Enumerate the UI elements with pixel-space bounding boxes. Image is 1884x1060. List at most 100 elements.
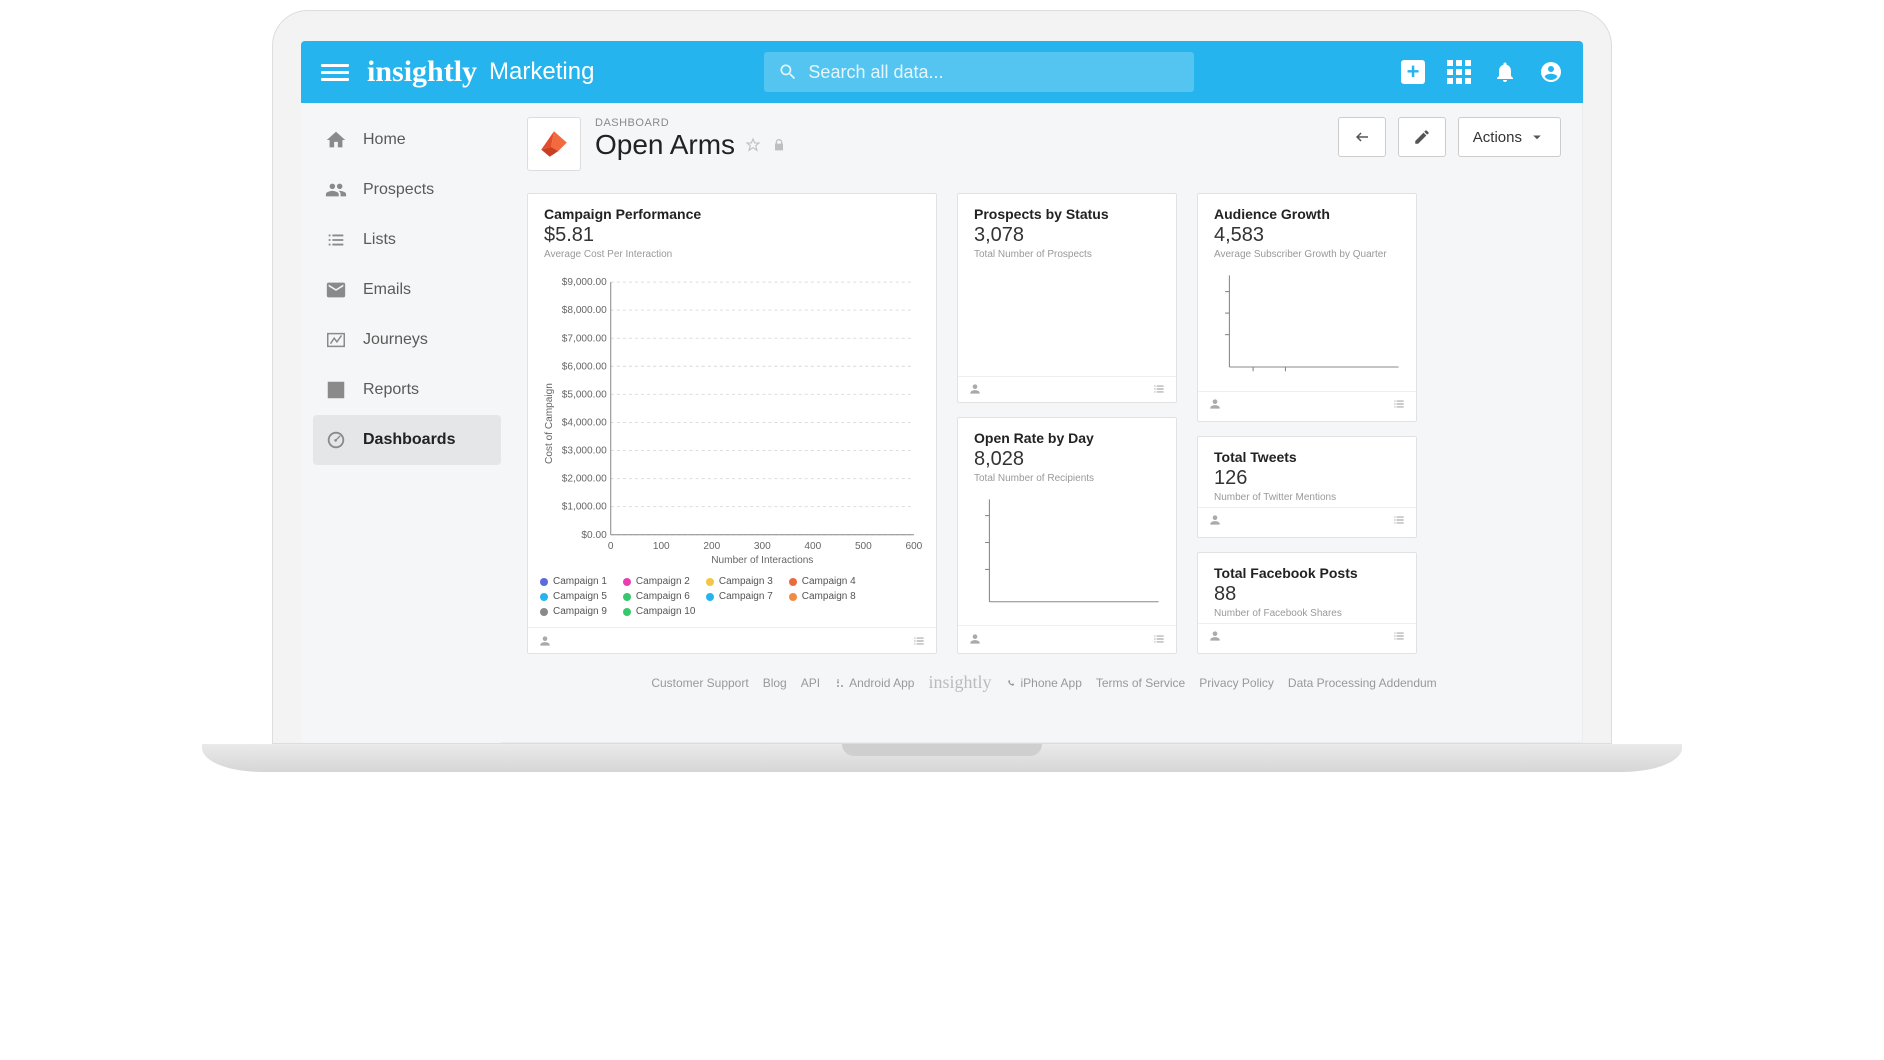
sidebar-item-label: Lists (363, 231, 396, 249)
search-input[interactable] (808, 62, 1180, 83)
footer-brand: insightly (928, 672, 991, 693)
star-icon[interactable] (745, 137, 761, 153)
svg-text:$9,000.00: $9,000.00 (562, 277, 607, 288)
pencil-icon (1413, 128, 1431, 146)
legend-item: Campaign 10 (623, 606, 695, 617)
back-icon (1353, 128, 1371, 146)
footer-link[interactable]: Android App (834, 676, 914, 690)
menu-icon[interactable] (321, 60, 349, 85)
person-icon[interactable] (1208, 629, 1222, 643)
add-button[interactable]: + (1401, 60, 1425, 84)
svg-text:200: 200 (703, 541, 720, 552)
legend-item: Campaign 5 (540, 591, 607, 602)
footer-link[interactable]: iPhone App (1005, 676, 1081, 690)
svg-text:$8,000.00: $8,000.00 (562, 305, 607, 316)
dashboard-avatar (527, 117, 581, 171)
edit-button[interactable] (1398, 117, 1446, 157)
search-box[interactable] (764, 52, 1194, 92)
list-icon[interactable] (1152, 632, 1166, 646)
legend-item: Campaign 7 (706, 591, 773, 602)
sidebar-item-emails[interactable]: Emails (313, 265, 501, 315)
footer-link[interactable]: Blog (763, 676, 787, 690)
card-audience-growth: Audience Growth4,583Average Subscriber G… (1197, 193, 1417, 422)
svg-text:Number of Interactions: Number of Interactions (711, 555, 813, 565)
sidebar-item-label: Emails (363, 281, 411, 299)
svg-text:$5,000.00: $5,000.00 (562, 389, 607, 400)
product-name: Marketing (489, 58, 594, 86)
back-button[interactable] (1338, 117, 1386, 157)
card-subtitle: Average Cost Per Interaction (544, 249, 920, 260)
svg-text:400: 400 (804, 541, 821, 552)
sidebar-item-label: Journeys (363, 331, 428, 349)
svg-text:500: 500 (855, 541, 872, 552)
sidebar-item-label: Dashboards (363, 431, 455, 449)
sidebar-item-journeys[interactable]: Journeys (313, 315, 501, 365)
person-icon[interactable] (1208, 397, 1222, 411)
card-total-tweets: Total Tweets126Number of Twitter Mention… (1197, 436, 1417, 538)
card-open-rate: Open Rate by Day8,028Total Number of Rec… (957, 417, 1177, 654)
person-icon[interactable] (968, 632, 982, 646)
list-icon[interactable] (912, 634, 926, 648)
svg-text:100: 100 (653, 541, 670, 552)
list-icon[interactable] (1152, 382, 1166, 396)
list-icon[interactable] (1392, 513, 1406, 527)
legend-item: Campaign 1 (540, 576, 607, 587)
profile-icon[interactable] (1539, 60, 1563, 84)
legend-item: Campaign 8 (789, 591, 856, 602)
sidebar-item-label: Reports (363, 381, 419, 399)
chevron-down-icon (1528, 128, 1546, 146)
search-icon (778, 62, 798, 82)
legend-item: Campaign 6 (623, 591, 690, 602)
footer-link[interactable]: Privacy Policy (1199, 676, 1274, 690)
sidebar-item-home[interactable]: Home (313, 115, 501, 165)
svg-text:$0.00: $0.00 (581, 530, 607, 541)
home-icon (325, 129, 347, 151)
sidebar-item-label: Prospects (363, 181, 434, 199)
legend-item: Campaign 3 (706, 576, 773, 587)
list-icon[interactable] (1392, 629, 1406, 643)
chart-legend: Campaign 1 Campaign 2 Campaign 3 Campaign 4… (540, 576, 924, 617)
footer-link[interactable]: Terms of Service (1096, 676, 1185, 690)
list-icon (325, 229, 347, 251)
svg-text:600: 600 (905, 541, 922, 552)
sidebar-item-dashboards[interactable]: Dashboards (313, 415, 501, 465)
mini-chart (1210, 270, 1404, 378)
sidebar-item-prospects[interactable]: Prospects (313, 165, 501, 215)
sidebar-item-lists[interactable]: Lists (313, 215, 501, 265)
brand-logo: insightly (367, 55, 477, 89)
footer-link[interactable]: Data Processing Addendum (1288, 676, 1437, 690)
footer: Customer Support Blog API Android App insigh… (527, 654, 1561, 705)
person-icon[interactable] (538, 634, 552, 648)
legend-item: Campaign 4 (789, 576, 856, 587)
bell-icon[interactable] (1493, 60, 1517, 84)
sidebar-item-label: Home (363, 131, 406, 149)
svg-text:0: 0 (608, 541, 614, 552)
list-icon[interactable] (1392, 397, 1406, 411)
legend-item: Campaign 2 (623, 576, 690, 587)
card-total-facebook: Total Facebook Posts88Number of Facebook… (1197, 552, 1417, 654)
card-prospects-by-status: Prospects by Status3,078Total Number of … (957, 193, 1177, 403)
card-title: Campaign Performance (544, 206, 920, 222)
person-icon[interactable] (1208, 513, 1222, 527)
card-campaign-performance: Campaign Performance $5.81 Average Cost … (527, 193, 937, 654)
actions-button[interactable]: Actions (1458, 117, 1561, 157)
origami-icon (537, 127, 571, 161)
svg-text:$4,000.00: $4,000.00 (562, 417, 607, 428)
person-icon[interactable] (968, 382, 982, 396)
people-icon (325, 179, 347, 201)
mail-icon (325, 279, 347, 301)
footer-link[interactable]: Customer Support (651, 676, 748, 690)
sidebar-item-reports[interactable]: Reports (313, 365, 501, 415)
sidebar: Home Prospects Lists Emails Journeys Rep… (301, 103, 501, 743)
topbar: insightly Marketing + (301, 41, 1583, 103)
svg-text:Cost of Campaign: Cost of Campaign (544, 383, 555, 464)
apps-icon[interactable] (1447, 60, 1471, 84)
legend-item: Campaign 9 (540, 606, 607, 617)
footer-link[interactable]: API (801, 676, 820, 690)
gauge-icon (325, 429, 347, 451)
svg-text:$1,000.00: $1,000.00 (562, 502, 607, 513)
svg-text:$2,000.00: $2,000.00 (562, 474, 607, 485)
mini-chart (970, 494, 1164, 613)
svg-text:300: 300 (754, 541, 771, 552)
page-eyebrow: DASHBOARD (595, 117, 787, 129)
